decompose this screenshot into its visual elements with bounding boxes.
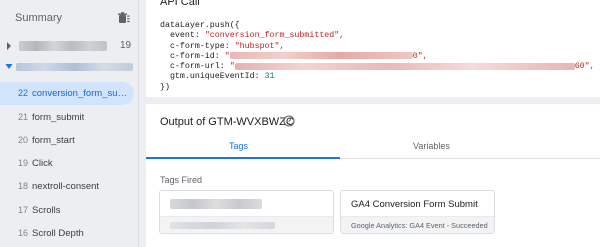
output-title: Output of GTM-WVXBWZC — [160, 116, 294, 128]
tag-footer — [160, 216, 333, 233]
code-line: }) — [160, 82, 170, 92]
caret-down-icon — [5, 64, 13, 69]
event-index: 21 — [18, 112, 29, 122]
code-number: 31 — [264, 72, 275, 82]
event-label: conversion_form_submi... — [32, 87, 132, 99]
code-key: c-form-id: — [160, 51, 225, 61]
tag-type-status: Google Analytics: GA4 Event - Succeeded — [351, 221, 488, 230]
output-tabs: Tags Variables — [146, 135, 600, 159]
code-line: dataLayer.push({ — [160, 21, 240, 30]
redacted-tag-name — [170, 199, 262, 209]
sidebar-event-22[interactable]: 22 conversion_form_submi... — [0, 82, 134, 105]
api-call-code[interactable]: dataLayer.push({ event: "conversion_form… — [160, 21, 595, 93]
event-label: Click — [32, 157, 53, 169]
sidebar-event-18[interactable]: 18 nextroll-consent — [0, 175, 139, 198]
trash-icon[interactable] — [116, 11, 130, 25]
sidebar-header: Summary — [0, 0, 139, 36]
sidebar-event-20[interactable]: 20 form_start — [0, 129, 139, 152]
sidebar-event-16[interactable]: 16 Scroll Depth — [0, 222, 139, 245]
tab-variables[interactable]: Variables — [413, 141, 450, 151]
code-key: event: — [160, 31, 205, 41]
tag-footer: Google Analytics: GA4 Event - Succeeded — [341, 216, 494, 233]
sidebar-title: Summary — [15, 12, 63, 24]
event-label: Scroll Depth — [32, 227, 84, 239]
event-label: form_start — [32, 134, 75, 146]
tags-fired-label: Tags Fired — [160, 175, 203, 185]
code-key: gtm.uniqueEventId: — [160, 72, 265, 82]
code-key: c-form-url: — [160, 62, 230, 72]
help-icon[interactable] — [283, 115, 295, 127]
redacted-group-label — [19, 41, 107, 51]
sidebar-event-21[interactable]: 21 form_submit — [0, 106, 139, 129]
sidebar-group-expanded[interactable] — [0, 59, 139, 77]
event-label: form_submit — [32, 111, 85, 123]
redacted-group-label — [16, 63, 133, 71]
redacted-tag-type — [170, 222, 275, 229]
code-string: 0", — [412, 51, 428, 61]
code-string: "conversion_form_submitted", — [204, 31, 345, 41]
fired-tag-card[interactable]: GA4 Conversion Form Submit Google Analyt… — [340, 190, 495, 234]
event-label: nextroll-consent — [32, 180, 100, 192]
sidebar-event-19[interactable]: 19 Click — [0, 152, 139, 175]
event-index: 17 — [18, 205, 29, 215]
redacted-value — [229, 52, 413, 60]
redacted-value — [234, 62, 575, 70]
sidebar-group-collapsed[interactable]: 19 — [0, 34, 139, 59]
api-call-title: API Call — [160, 0, 200, 8]
event-index: 22 — [18, 88, 29, 98]
tab-tags[interactable]: Tags — [229, 141, 248, 151]
caret-right-icon — [7, 42, 11, 50]
event-index: 19 — [18, 158, 29, 168]
code-string: " — [229, 62, 235, 72]
fired-tag-card[interactable] — [159, 190, 334, 234]
code-string: 60", — [574, 62, 595, 72]
tag-name: GA4 Conversion Form Submit — [351, 199, 478, 210]
output-card: Output of GTM-WVXBWZC Tags Variables Tag… — [146, 104, 600, 247]
group-count: 19 — [120, 40, 132, 51]
event-label: Scrolls — [32, 204, 61, 216]
sidebar: Summary 19 22 conversion_form_submi... 2… — [0, 0, 139, 247]
event-index: 16 — [18, 228, 29, 238]
code-string: "hubspot", — [234, 41, 285, 51]
event-index: 18 — [18, 181, 29, 191]
sidebar-event-17[interactable]: 17 Scrolls — [0, 199, 139, 222]
code-key: c-form-type: — [160, 41, 235, 51]
event-index: 20 — [18, 135, 29, 145]
api-call-card: API Call dataLayer.push({ event: "conver… — [146, 0, 600, 97]
active-tab-indicator — [146, 157, 340, 159]
